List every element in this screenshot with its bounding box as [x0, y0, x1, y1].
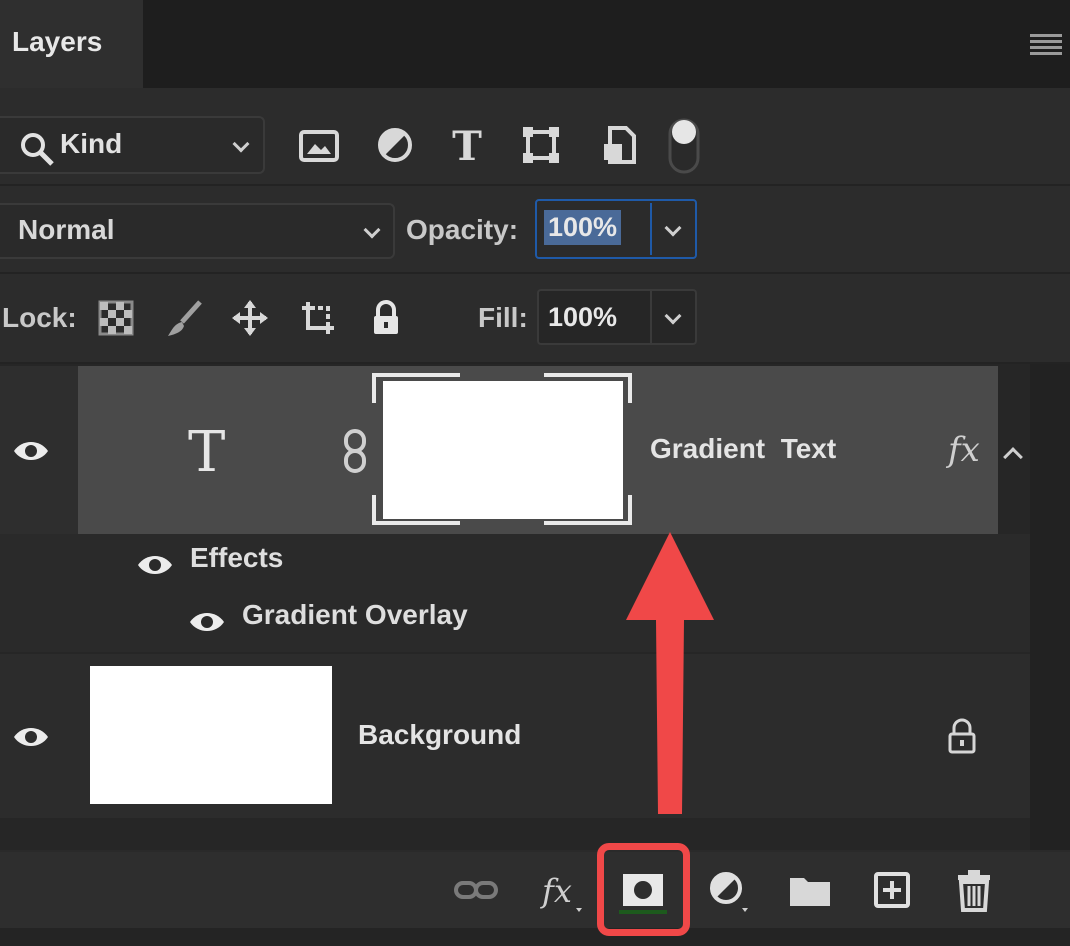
add-layer-style-icon[interactable]: fx [538, 866, 586, 914]
delete-layer-icon[interactable] [950, 866, 998, 914]
lock-artboard-icon[interactable] [298, 298, 338, 338]
type-layer-filter-icon[interactable]: T [444, 122, 490, 168]
kind-filter-label: Kind [60, 128, 122, 160]
tab-layers[interactable]: Layers [0, 0, 143, 88]
layer-thumbnail[interactable] [383, 381, 623, 519]
eye-icon[interactable] [136, 552, 174, 578]
smart-object-filter-icon[interactable] [596, 122, 642, 168]
annotation-highlight-box [597, 843, 690, 936]
shape-layer-filter-icon[interactable] [518, 122, 564, 168]
layers-panel: Layers Kind T Normal Opacit [0, 0, 1070, 946]
tab-layers-label: Layers [12, 26, 102, 58]
lock-all-icon[interactable] [366, 298, 406, 338]
panel-tab-bar: Layers [0, 0, 1070, 88]
fill-label: Fill: [478, 302, 528, 334]
filter-toggle-icon[interactable] [664, 114, 704, 176]
new-adjustment-layer-icon[interactable] [704, 866, 752, 914]
svg-text:T: T [452, 123, 482, 168]
lock-icon [944, 718, 980, 756]
new-layer-icon[interactable] [868, 866, 916, 914]
lock-image-pixels-icon[interactable] [164, 298, 204, 338]
layer-thumbnail[interactable] [90, 666, 332, 804]
lock-position-icon[interactable] [230, 298, 270, 338]
panel-menu-icon[interactable] [1030, 34, 1062, 56]
eye-icon[interactable] [188, 609, 226, 635]
annotation-arrow [620, 528, 720, 818]
new-group-icon[interactable] [786, 866, 834, 914]
layer-effects-icon[interactable]: fx [948, 430, 980, 470]
pixel-layer-filter-icon[interactable] [296, 122, 342, 168]
lock-row [0, 274, 1070, 362]
fill-value[interactable]: 100% [548, 302, 617, 333]
eye-icon[interactable] [12, 438, 50, 464]
opacity-value[interactable]: 100% [544, 210, 621, 245]
lock-transparent-pixels-icon[interactable] [96, 298, 136, 338]
eye-icon[interactable] [12, 724, 50, 750]
effect-item-gradient-overlay[interactable]: Gradient Overlay [242, 599, 468, 631]
text-layer-type-icon: T [188, 420, 225, 485]
blend-mode-value: Normal [18, 214, 114, 246]
adjustment-layer-filter-icon[interactable] [372, 122, 418, 168]
link-mask-icon[interactable] [341, 428, 369, 474]
layers-scrollbar[interactable] [1030, 364, 1070, 850]
svg-text:fx: fx [540, 872, 572, 910]
link-layers-icon[interactable] [452, 866, 500, 914]
lock-label: Lock: [2, 302, 77, 334]
layer-name[interactable]: Gradient Text [650, 433, 836, 465]
search-icon [18, 130, 56, 168]
layer-name[interactable]: Background [358, 719, 521, 751]
effects-label[interactable]: Effects [190, 542, 283, 574]
opacity-label: Opacity: [406, 214, 518, 246]
